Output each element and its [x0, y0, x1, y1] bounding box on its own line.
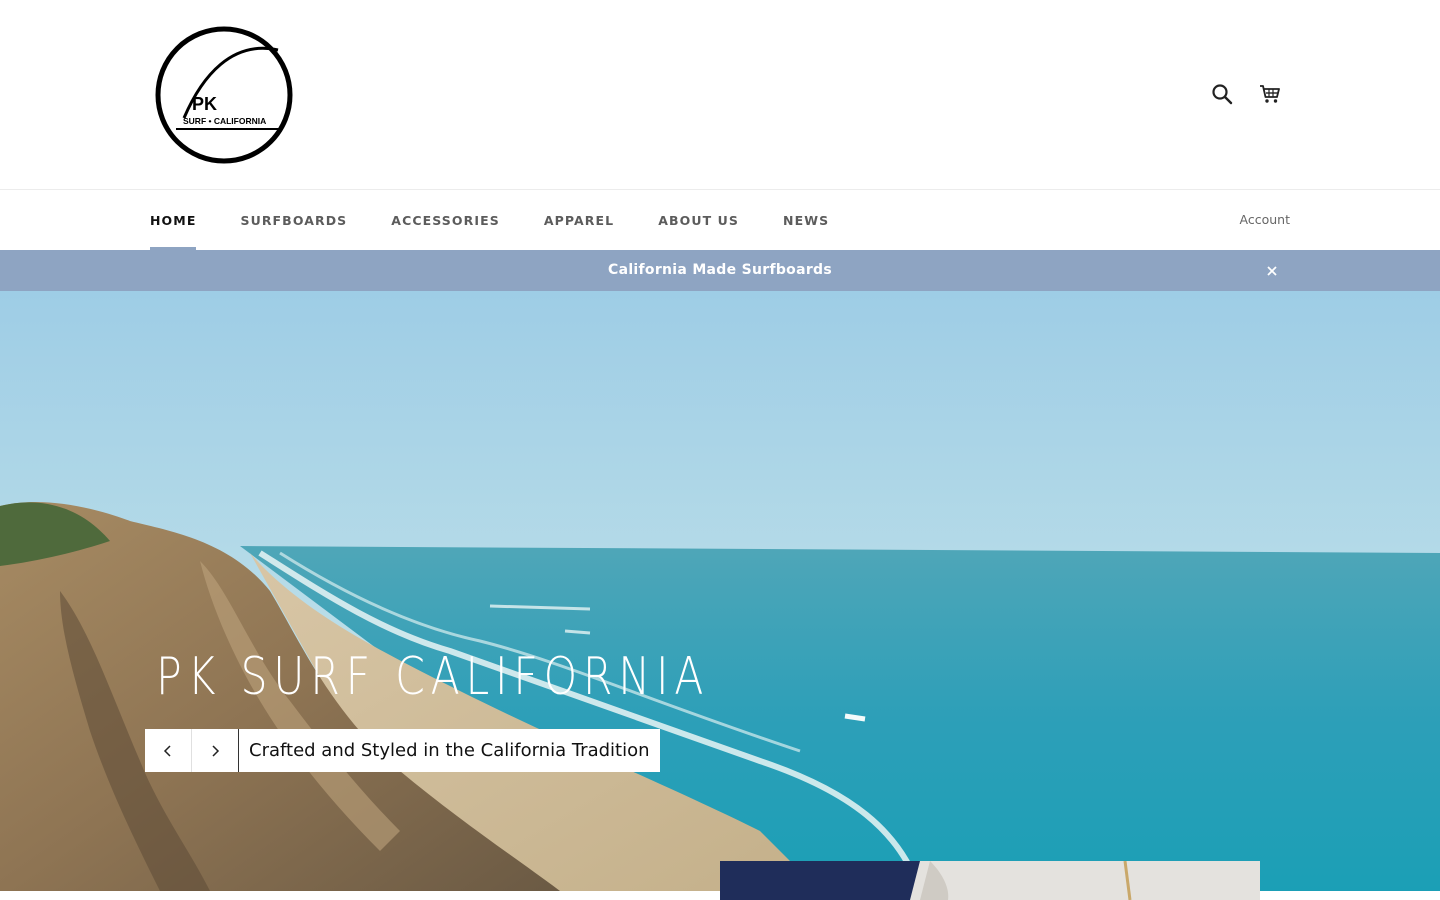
logo-subtext: SURF • CALIFORNIA — [183, 116, 266, 126]
header-icons — [1210, 82, 1282, 106]
nav-item-apparel[interactable]: APPAREL — [544, 191, 614, 250]
nav-item-news[interactable]: NEWS — [783, 191, 829, 250]
hero-title: PK SURF CALIFORNIA — [156, 647, 710, 707]
cart-icon[interactable] — [1258, 82, 1282, 106]
close-icon[interactable] — [1263, 262, 1281, 280]
hero-slideshow: PK SURF CALIFORNIA Crafted and Styled in… — [0, 291, 1440, 891]
chevron-right-icon — [212, 744, 220, 757]
announcement-bar: California Made Surfboards — [0, 250, 1440, 291]
featured-image-peek[interactable] — [720, 861, 1260, 900]
search-icon[interactable] — [1210, 82, 1234, 106]
hero-image — [0, 291, 1440, 891]
nav-list: HOME SURFBOARDS ACCESSORIES APPAREL ABOU… — [150, 191, 873, 250]
account-link[interactable]: Account — [1240, 212, 1290, 227]
chevron-left-icon — [163, 744, 171, 757]
nav-item-home[interactable]: HOME — [150, 191, 197, 250]
next-slide-button[interactable] — [192, 729, 239, 772]
site-header: PK SURF • CALIFORNIA — [0, 0, 1440, 190]
logo-mark: PK SURF • CALIFORNIA — [155, 26, 293, 164]
prev-slide-button[interactable] — [145, 729, 192, 772]
hero-subtitle: Crafted and Styled in the California Tra… — [249, 740, 650, 761]
site-logo[interactable]: PK SURF • CALIFORNIA — [154, 26, 294, 164]
main-nav: HOME SURFBOARDS ACCESSORIES APPAREL ABOU… — [0, 191, 1440, 250]
announcement-text: California Made Surfboards — [608, 262, 832, 278]
logo-text: PK — [192, 94, 217, 114]
nav-item-surfboards[interactable]: SURFBOARDS — [240, 191, 347, 250]
nav-item-accessories[interactable]: ACCESSORIES — [391, 191, 500, 250]
slide-controls: Crafted and Styled in the California Tra… — [145, 729, 660, 772]
nav-item-about-us[interactable]: ABOUT US — [658, 191, 739, 250]
